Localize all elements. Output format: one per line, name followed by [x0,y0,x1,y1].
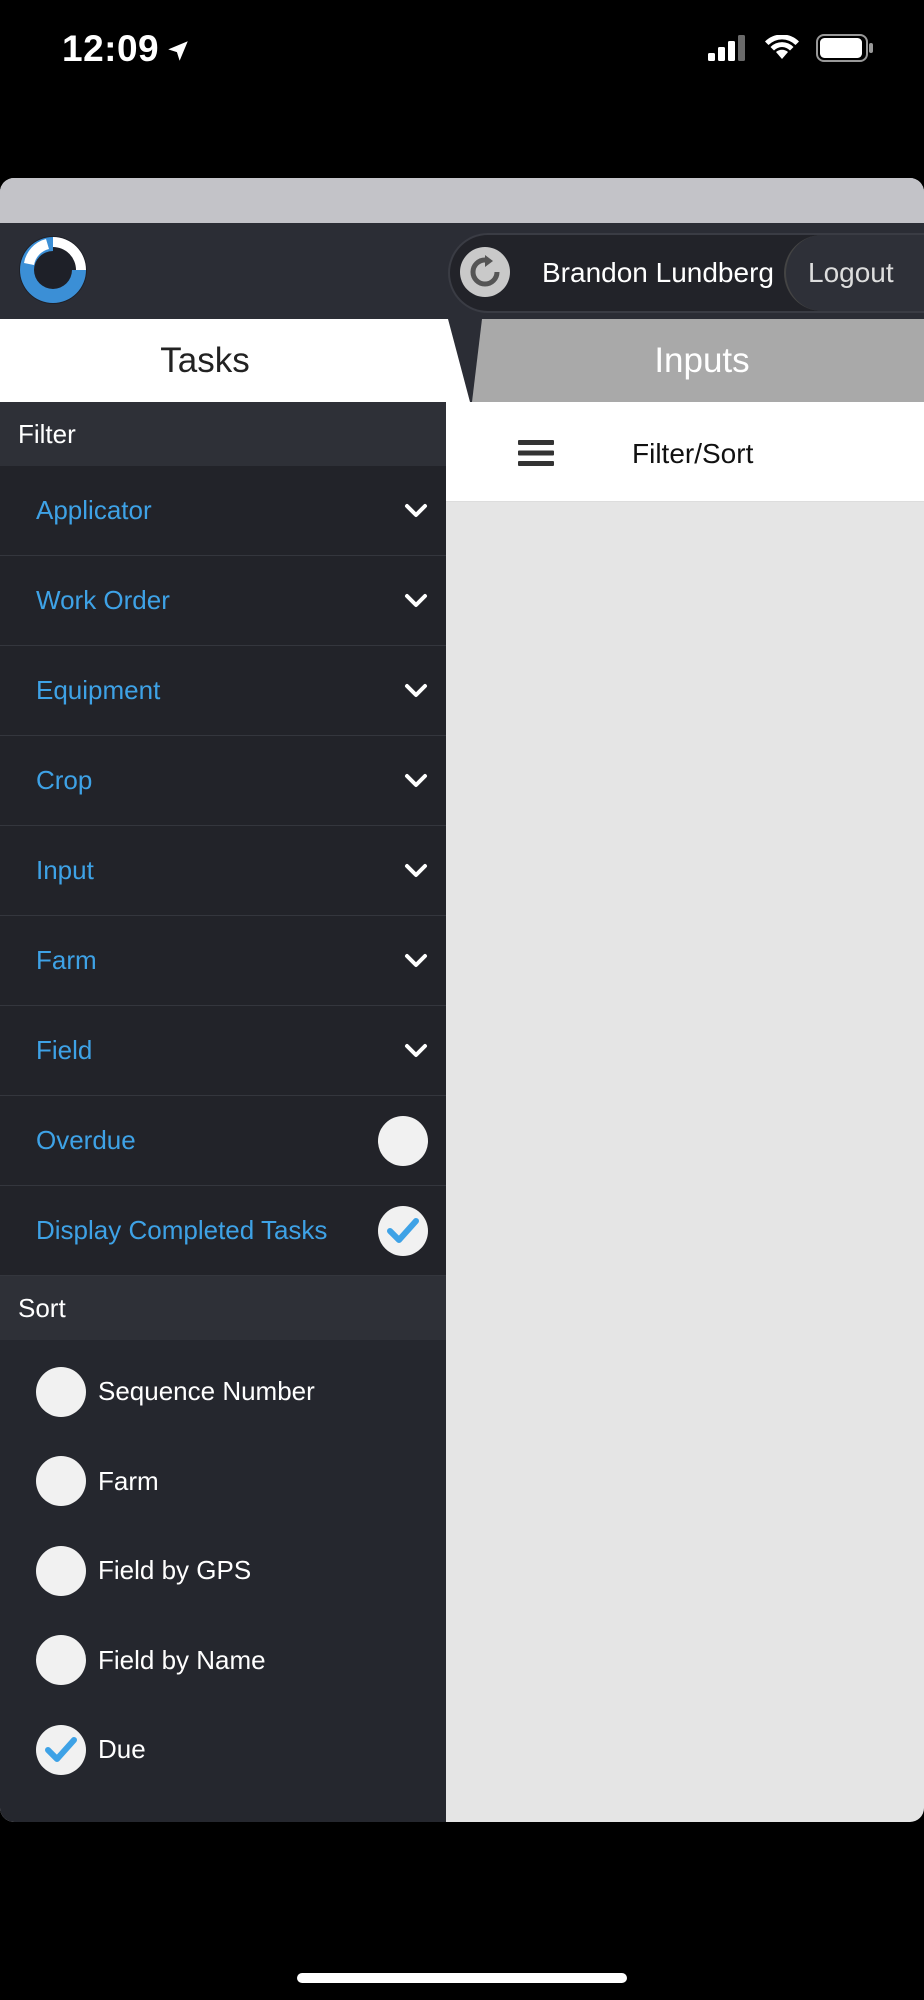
tab-bar: Tasks Inputs [0,319,924,402]
sort-radio[interactable] [36,1366,86,1417]
sort-farm[interactable]: Farm [0,1437,446,1527]
sort-label: Sequence Number [98,1376,315,1407]
sort-label: Due [98,1734,146,1765]
sort-label: Farm [98,1465,159,1496]
status-time-text: 12:09 [62,28,160,69]
filter-label: Equipment [36,675,161,705]
chevron-down-icon [405,773,427,787]
logout-button[interactable]: Logout [784,235,924,311]
toggle-label: Display Completed Tasks [36,1215,328,1245]
filter-input-dropdown[interactable]: Input [0,826,446,916]
filter-completed-toggle[interactable]: Display Completed Tasks [0,1186,446,1276]
chevron-down-icon [405,1043,427,1057]
location-arrow-icon [168,41,188,61]
top-strip [0,178,924,223]
sort-sequence-number[interactable]: Sequence Number [0,1347,446,1437]
tab-inputs[interactable]: Inputs [472,319,924,402]
hamburger-menu-icon[interactable] [518,438,554,468]
sort-radio[interactable] [36,1635,86,1686]
status-icons [708,34,874,62]
sort-due[interactable]: Due [0,1705,446,1795]
filter-work-order-dropdown[interactable]: Work Order [0,556,446,646]
chevron-down-icon [405,863,427,877]
sort-field-by-gps[interactable]: Field by GPS [0,1526,446,1616]
checkmark-icon [387,1217,419,1243]
toggle-label: Overdue [36,1125,136,1155]
battery-icon [816,34,873,62]
sort-section-title: Sort [0,1276,446,1340]
chevron-down-icon [405,953,427,967]
user-pill: Brandon Lundberg Logout [448,233,924,313]
filter-applicator-dropdown[interactable]: Applicator [0,466,446,556]
filter-sort-panel: Filter Applicator Work Order Equipment C… [0,402,446,1822]
filter-crop-dropdown[interactable]: Crop [0,736,446,826]
filter-section-title: Filter [0,402,446,466]
filter-label: Crop [36,765,93,795]
cellular-signal-icon [708,35,745,61]
chevron-down-icon [405,503,427,517]
filter-sort-toolbar: Filter/Sort [446,402,924,502]
status-time: 12:09 [62,28,191,70]
sort-radio[interactable] [36,1545,86,1596]
filter-label: Input [36,855,94,885]
sort-field-by-name[interactable]: Field by Name [0,1616,446,1706]
filter-farm-dropdown[interactable]: Farm [0,916,446,1006]
app-header: Brandon Lundberg Logout [0,223,924,319]
filter-equipment-dropdown[interactable]: Equipment [0,646,446,736]
chevron-down-icon [405,593,427,607]
filter-field-dropdown[interactable]: Field [0,1006,446,1096]
filter-sort-button[interactable]: Filter/Sort [632,438,753,470]
filter-label: Farm [36,945,97,975]
filter-label: Work Order [36,585,170,615]
sort-label: Field by Name [98,1644,266,1675]
checkmark-icon [45,1736,77,1762]
user-name: Brandon Lundberg [542,257,774,288]
filter-label: Applicator [36,495,152,525]
tab-tasks[interactable]: Tasks [0,319,470,402]
overdue-checkbox[interactable] [378,1115,428,1166]
app-logo-icon [19,236,87,304]
wifi-icon [765,35,799,59]
refresh-button[interactable] [460,247,510,297]
completed-checkbox[interactable] [378,1205,428,1256]
home-indicator[interactable] [297,1973,627,1983]
sort-radio[interactable] [36,1456,86,1507]
filter-overdue-toggle[interactable]: Overdue [0,1096,446,1186]
sort-label: Field by GPS [98,1555,252,1586]
filter-label: Field [36,1035,93,1065]
app-window: Brandon Lundberg Logout Tasks Inputs Fil… [0,178,924,1822]
refresh-icon [470,255,500,287]
sort-radio-selected[interactable] [36,1724,86,1775]
chevron-down-icon [405,683,427,697]
